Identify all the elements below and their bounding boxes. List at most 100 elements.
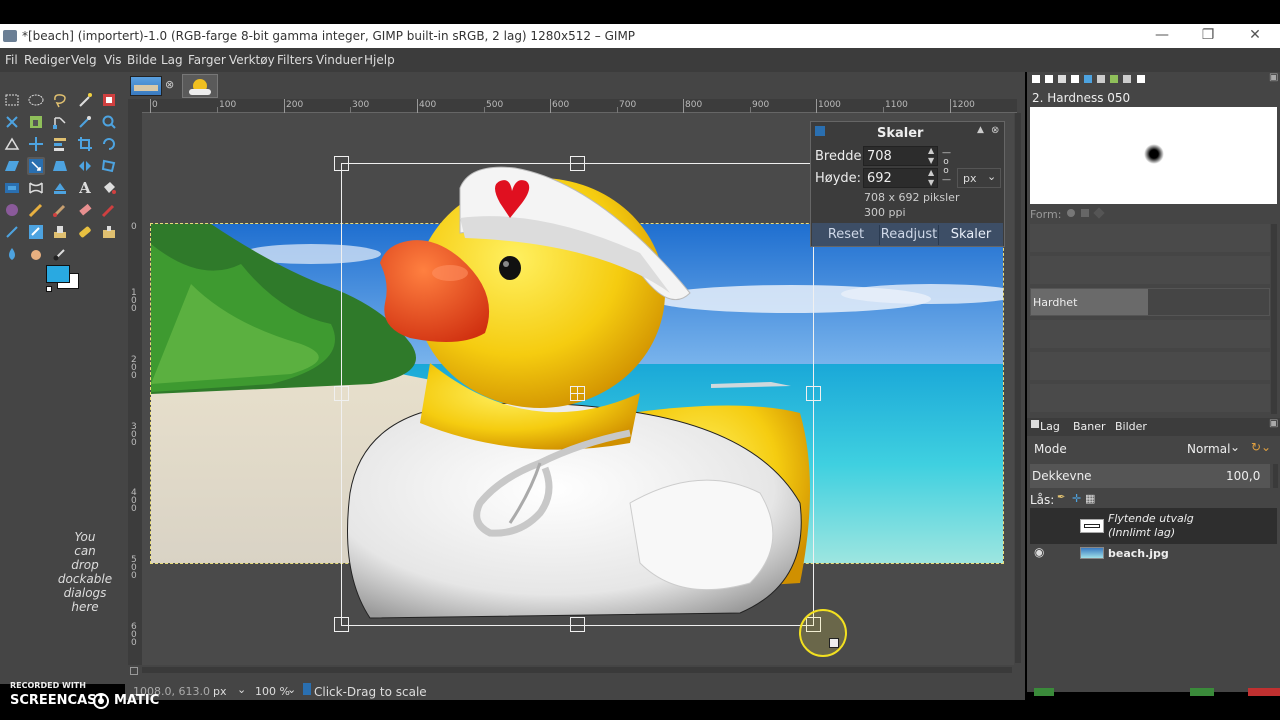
pencil-icon[interactable] bbox=[27, 201, 45, 219]
menu-verktoy[interactable]: Verktøy bbox=[229, 53, 275, 67]
aspect-slider[interactable] bbox=[1030, 320, 1270, 348]
menu-hjelp[interactable]: Hjelp bbox=[364, 53, 395, 67]
dock-tab-icon[interactable] bbox=[1137, 75, 1145, 83]
lasso-icon[interactable] bbox=[51, 91, 69, 109]
dock-tab-icon[interactable] bbox=[1045, 75, 1053, 83]
paths-icon[interactable] bbox=[51, 113, 69, 131]
dock-tab-icon[interactable] bbox=[1123, 75, 1131, 83]
move-icon[interactable] bbox=[27, 135, 45, 153]
chain-link-icon[interactable]: — o o — bbox=[942, 149, 951, 185]
unified-transform-icon[interactable] bbox=[3, 179, 21, 197]
color-picker-icon[interactable] bbox=[76, 113, 94, 131]
layer-row[interactable]: ◉ beach.jpg bbox=[1030, 544, 1277, 564]
dock-tab-icon[interactable] bbox=[1097, 75, 1105, 83]
menu-bilde[interactable]: Bilde bbox=[127, 53, 157, 67]
menu-lag[interactable]: Lag bbox=[161, 53, 183, 67]
unit-select[interactable]: px ⌄ bbox=[957, 168, 1001, 188]
dodge-burn-icon[interactable] bbox=[51, 245, 69, 263]
scissors-icon[interactable] bbox=[3, 113, 21, 131]
perspective-icon[interactable] bbox=[51, 157, 69, 175]
blend-space-icon[interactable]: ↻⌄ bbox=[1251, 440, 1271, 454]
brush-options-scrollbar[interactable] bbox=[1271, 224, 1277, 414]
menu-vis[interactable]: Vis bbox=[104, 53, 122, 67]
lock-pixels-icon[interactable]: ✒ bbox=[1057, 492, 1065, 503]
new-layer-button[interactable] bbox=[1034, 688, 1054, 696]
rotate-icon[interactable] bbox=[100, 135, 118, 153]
bucket-fill-icon[interactable] bbox=[100, 179, 118, 197]
menu-fil[interactable]: Fil bbox=[5, 53, 18, 67]
menu-vinduer[interactable]: Vinduer bbox=[316, 53, 362, 67]
text-bucket-icon[interactable] bbox=[51, 179, 69, 197]
lock-alpha-icon[interactable]: ▦ bbox=[1085, 492, 1095, 505]
dialog-close-icon[interactable]: ⊗ bbox=[991, 125, 999, 136]
transform-frame[interactable] bbox=[330, 155, 830, 635]
crop-icon[interactable] bbox=[76, 135, 94, 153]
layers-dock-menu-icon[interactable]: ▣ bbox=[1269, 418, 1278, 429]
dock-menu-icon[interactable]: ▣ bbox=[1269, 72, 1278, 83]
dock-tab-icon[interactable] bbox=[1084, 75, 1092, 83]
tab-baner[interactable]: Baner bbox=[1073, 420, 1106, 433]
tab-beach-thumbnail[interactable] bbox=[130, 76, 162, 96]
paintbrush-icon[interactable] bbox=[51, 201, 69, 219]
text-tool-icon[interactable]: A bbox=[76, 179, 94, 197]
warp-icon[interactable] bbox=[27, 179, 45, 197]
scale-button[interactable]: Skaler bbox=[941, 225, 1001, 245]
tab-lag[interactable]: Lag bbox=[1040, 420, 1060, 433]
width-field[interactable]: 708 ▲ ▼ bbox=[863, 146, 938, 166]
ellipse-select-icon[interactable] bbox=[27, 91, 45, 109]
mypaint-brush-icon[interactable] bbox=[27, 223, 45, 241]
fuzzy-select-icon[interactable] bbox=[76, 91, 94, 109]
minimize-button[interactable]: — bbox=[1151, 27, 1173, 45]
eraser-icon[interactable] bbox=[76, 201, 94, 219]
flip-icon[interactable] bbox=[76, 157, 94, 175]
lock-position-icon[interactable]: ✛ bbox=[1072, 492, 1081, 505]
restore-button[interactable]: ❐ bbox=[1197, 27, 1219, 45]
horizontal-scrollbar[interactable] bbox=[142, 667, 1012, 673]
dock-tab-icon[interactable] bbox=[1058, 75, 1066, 83]
form-diamond-icon[interactable] bbox=[1093, 207, 1105, 219]
layer-row[interactable]: Flytende utvalg (Innlimt lag) bbox=[1030, 508, 1277, 544]
close-button[interactable]: ✕ bbox=[1244, 27, 1266, 45]
zoom-select[interactable]: 100 % ⌄ bbox=[253, 682, 301, 700]
opacity-slider[interactable]: Dekkevne 100,0 bbox=[1030, 464, 1270, 488]
radius-slider[interactable] bbox=[1030, 224, 1270, 252]
dialog-collapse-icon[interactable]: ▲ bbox=[977, 125, 984, 135]
anchor-layer-button[interactable] bbox=[1190, 688, 1214, 696]
layers-scrollbar[interactable] bbox=[1273, 464, 1278, 488]
select-by-color-icon[interactable] bbox=[100, 91, 118, 109]
measure-icon[interactable] bbox=[3, 135, 21, 153]
form-square-icon[interactable] bbox=[1081, 209, 1089, 217]
height-field[interactable]: 692 ▲ ▼ bbox=[863, 168, 938, 188]
spikes-slider[interactable] bbox=[1030, 256, 1270, 284]
smudge-icon[interactable] bbox=[27, 245, 45, 263]
shear-icon[interactable] bbox=[3, 157, 21, 175]
menu-rediger[interactable]: Rediger bbox=[24, 53, 70, 67]
menu-filters[interactable]: Filters bbox=[277, 53, 313, 67]
align-icon[interactable] bbox=[51, 135, 69, 153]
spacing-slider[interactable] bbox=[1030, 384, 1270, 412]
scale-tool-icon[interactable] bbox=[27, 157, 45, 175]
airbrush-icon[interactable] bbox=[100, 201, 118, 219]
clone-icon[interactable] bbox=[51, 223, 69, 241]
angle-slider[interactable] bbox=[1030, 352, 1270, 380]
heal-icon[interactable] bbox=[76, 223, 94, 241]
menu-farger[interactable]: Farger bbox=[188, 53, 226, 67]
dock-tab-icon[interactable] bbox=[1032, 75, 1040, 83]
status-unit-select[interactable]: px ⌄ bbox=[209, 682, 251, 700]
delete-layer-button[interactable] bbox=[1248, 688, 1280, 696]
hardness-slider[interactable]: Hardhet bbox=[1030, 288, 1270, 316]
tab-duck-thumbnail[interactable] bbox=[182, 74, 218, 98]
dock-tab-icon[interactable] bbox=[1071, 75, 1079, 83]
reset-button[interactable]: Reset bbox=[815, 225, 877, 245]
foreground-select-icon[interactable] bbox=[27, 113, 45, 131]
dock-tab-icon[interactable] bbox=[1110, 75, 1118, 83]
menu-velg[interactable]: Velg bbox=[71, 53, 97, 67]
blend-icon[interactable] bbox=[3, 201, 21, 219]
rect-select-icon[interactable] bbox=[3, 91, 21, 109]
tab-bilder[interactable]: Bilder bbox=[1115, 420, 1147, 433]
default-colors-icon[interactable] bbox=[46, 286, 52, 292]
perspective-clone-icon[interactable] bbox=[100, 223, 118, 241]
quick-mask-icon[interactable] bbox=[130, 667, 138, 675]
zoom-icon[interactable] bbox=[100, 113, 118, 131]
ink-icon[interactable] bbox=[3, 223, 21, 241]
